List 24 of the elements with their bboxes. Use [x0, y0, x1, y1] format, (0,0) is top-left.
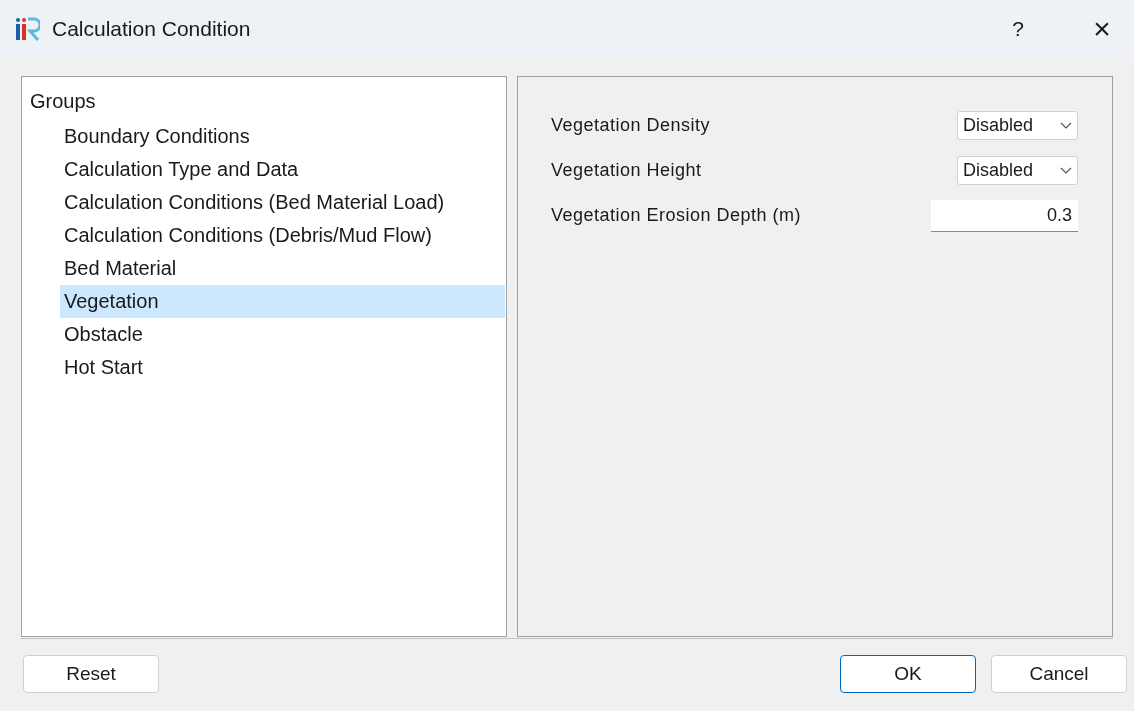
dialog-button[interactable]: Reset [23, 655, 159, 693]
number-field[interactable]: 0.3 [931, 199, 1078, 232]
dialog-button[interactable]: OK [840, 655, 976, 693]
field-label: Vegetation Density [550, 114, 710, 137]
tree-item[interactable]: Groups [30, 87, 505, 116]
tree-item[interactable]: Obstacle [60, 318, 505, 351]
dropdown[interactable]: Disabled [957, 156, 1078, 185]
tree-item[interactable]: Calculation Type and Data [60, 153, 505, 186]
tree-item[interactable]: Hot Start [60, 351, 505, 384]
close-button[interactable]: × [1082, 14, 1122, 44]
chevron-down-icon [1060, 166, 1072, 175]
help-button[interactable]: ? [998, 13, 1038, 45]
field-label: Vegetation Erosion Depth (m) [550, 204, 802, 227]
app-logo-icon [14, 16, 40, 42]
field-label: Vegetation Height [550, 159, 702, 182]
tree-item[interactable]: Calculation Conditions (Bed Material Load) [60, 186, 505, 219]
window-title: Calculation Condition [52, 16, 251, 43]
tree-item[interactable]: Calculation Conditions (Debris/Mud Flow) [60, 219, 505, 252]
chevron-down-icon [1060, 121, 1072, 130]
dropdown[interactable]: Disabled [957, 111, 1078, 140]
tree-item[interactable]: Bed Material [60, 252, 505, 285]
dialog-button[interactable]: Cancel [991, 655, 1127, 693]
tree-item[interactable]: Vegetation [60, 285, 505, 318]
tree-item[interactable]: Boundary Conditions [60, 120, 505, 153]
